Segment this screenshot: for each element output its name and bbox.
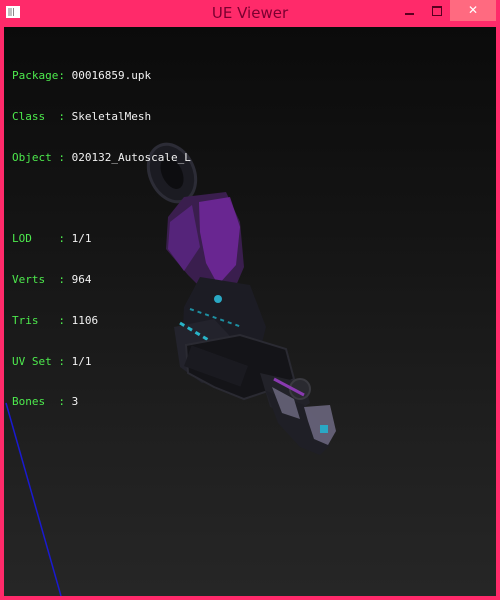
verts-value: 964 <box>71 273 92 287</box>
package-value: 00016859.upk <box>71 69 152 83</box>
mesh-info-panel: Package: 00016859.upk Class : SkeletalMe… <box>12 42 191 436</box>
tris-value: 1106 <box>71 313 99 327</box>
class-value: SkeletalMesh <box>71 109 152 123</box>
minimize-button[interactable] <box>394 0 424 21</box>
uv-set-value: 1/1 <box>71 354 92 368</box>
title-bar[interactable]: UE Viewer ✕ <box>0 0 500 27</box>
lod-label: LOD : <box>12 232 65 246</box>
bones-label: Bones : <box>12 395 65 409</box>
tris-label: Tris : <box>12 313 65 327</box>
class-label: Class : <box>12 109 65 123</box>
object-value: 020132_Autoscale_L <box>71 150 191 164</box>
maximize-button[interactable] <box>422 0 452 21</box>
close-button[interactable]: ✕ <box>450 0 496 21</box>
bones-value: 3 <box>71 395 79 409</box>
object-label: Object : <box>12 150 65 164</box>
uv-set-label: UV Set : <box>12 354 65 368</box>
lod-value: 1/1 <box>71 232 92 246</box>
minimize-icon <box>404 12 414 15</box>
mesh-viewport[interactable]: Package: 00016859.upk Class : SkeletalMe… <box>4 27 496 596</box>
app-window: UE Viewer ✕ Package: 00016859.upk Class … <box>0 0 500 600</box>
maximize-icon <box>432 5 442 16</box>
package-label: Package: <box>12 69 65 83</box>
verts-label: Verts : <box>12 273 65 287</box>
close-icon: ✕ <box>467 3 479 17</box>
